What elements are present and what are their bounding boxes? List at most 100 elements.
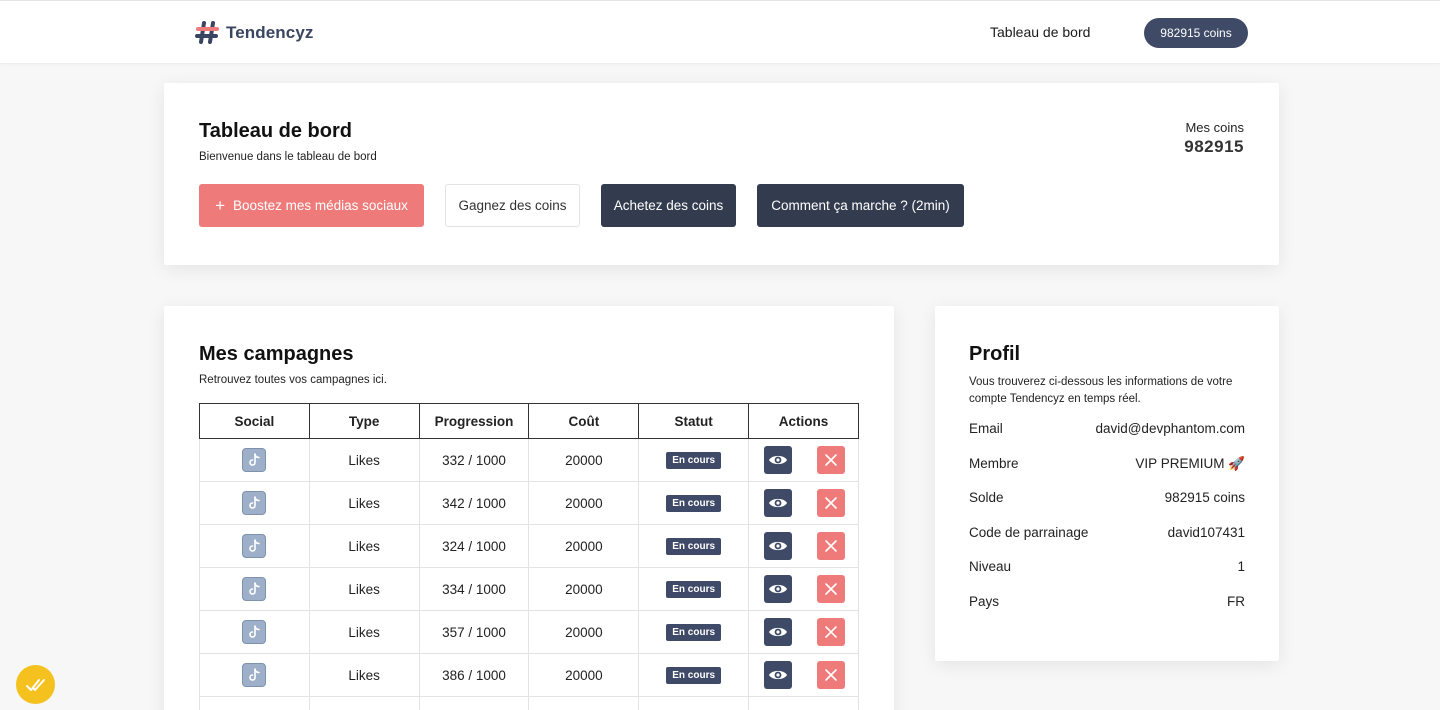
- table-row: Likes 357 / 1000 20000 En cours: [199, 610, 859, 654]
- profile-description: Vous trouverez ci-dessous les informatio…: [969, 376, 1233, 405]
- delete-campaign-button[interactable]: [817, 532, 845, 560]
- tiktok-icon: [242, 448, 267, 472]
- tiktok-icon: [242, 663, 267, 687]
- profile-row: Membre VIP PREMIUM 🚀: [969, 456, 1245, 491]
- coins-balance-pill[interactable]: 982915 coins: [1144, 18, 1248, 48]
- progress-cell: 357 / 1000: [418, 610, 530, 654]
- profile-field-label: Pays: [969, 593, 1000, 609]
- cost-cell: 20000: [528, 567, 640, 611]
- profile-field-label: Solde: [969, 490, 1004, 505]
- dashboard-subtitle: Bienvenue dans le tableau de bord: [199, 151, 377, 163]
- campaigns-subtitle: Retrouvez toutes vos campagnes ici.: [199, 374, 387, 386]
- type-cell: Likes: [308, 481, 420, 525]
- type-cell: [308, 696, 420, 710]
- column-header-cost: Coût: [528, 403, 640, 439]
- eye-icon: [769, 455, 788, 465]
- campaigns-card: Mes campagnes Retrouvez toutes vos campa…: [164, 306, 894, 710]
- cost-cell: 20000: [528, 524, 640, 568]
- profile-field-value: 982915 coins: [1164, 490, 1245, 505]
- social-cell: [199, 567, 310, 611]
- status-cell: En cours: [638, 610, 750, 654]
- social-cell: [199, 653, 310, 697]
- boost-social-button[interactable]: + Boostez mes médias sociaux: [199, 184, 424, 227]
- close-icon: [825, 669, 837, 681]
- eye-icon: [769, 670, 788, 680]
- type-cell: Likes: [308, 653, 420, 697]
- view-campaign-button[interactable]: [764, 661, 793, 689]
- campaigns-table: Social Type Progression Coût Statut Acti…: [199, 403, 859, 710]
- profile-row: Niveau 1: [969, 559, 1245, 594]
- column-header-type: Type: [308, 403, 420, 439]
- table-row: Likes 324 / 1000 20000 En cours: [199, 524, 859, 568]
- profile-field-value: 1: [1237, 559, 1245, 574]
- cost-cell: 20000: [528, 610, 640, 654]
- delete-campaign-button[interactable]: [817, 489, 845, 517]
- cost-cell: 20000: [528, 653, 640, 697]
- table-row: Likes 332 / 1000 20000 En cours: [199, 438, 859, 482]
- type-cell: Likes: [308, 610, 420, 654]
- column-header-social: Social: [199, 403, 310, 439]
- profile-field-value: david@devphantom.com: [1095, 421, 1245, 436]
- view-campaign-button[interactable]: [764, 446, 793, 474]
- view-campaign-button[interactable]: [764, 532, 793, 560]
- eye-icon: [769, 627, 788, 637]
- eye-icon: [769, 498, 788, 508]
- my-coins-block: Mes coins 982915: [1184, 120, 1244, 157]
- social-cell: [199, 524, 310, 568]
- profile-card: Profil Vous trouverez ci-dessous les inf…: [935, 306, 1279, 661]
- delete-campaign-button[interactable]: [817, 575, 845, 603]
- view-campaign-button[interactable]: [764, 618, 793, 646]
- actions-cell: [748, 481, 859, 525]
- profile-field-label: Membre: [969, 455, 1019, 471]
- delete-campaign-button[interactable]: [817, 618, 845, 646]
- delete-campaign-button[interactable]: [817, 446, 845, 474]
- table-row: Likes 334 / 1000 20000 En cours: [199, 567, 859, 611]
- earn-coins-button[interactable]: Gagnez des coins: [445, 184, 580, 227]
- status-cell: En cours: [638, 524, 750, 568]
- status-badge: En cours: [666, 581, 722, 598]
- nav-link-dashboard[interactable]: Tableau de bord: [990, 24, 1090, 40]
- plus-icon: +: [215, 195, 226, 215]
- close-icon: [825, 626, 837, 638]
- brand-logo[interactable]: Tendencyz: [195, 20, 314, 45]
- profile-row: Solde 982915 coins: [969, 490, 1245, 525]
- column-header-status: Statut: [638, 403, 750, 439]
- eye-icon: [769, 541, 788, 551]
- type-cell: Likes: [308, 524, 420, 568]
- table-row: Likes 342 / 1000 20000 En cours: [199, 481, 859, 525]
- how-it-works-button[interactable]: Comment ça marche ? (2min): [757, 184, 964, 227]
- close-icon: [825, 497, 837, 509]
- my-coins-label: Mes coins: [1185, 120, 1244, 135]
- brand-name: Tendencyz: [226, 22, 314, 42]
- profile-row: Pays FR: [969, 594, 1245, 629]
- column-header-actions: Actions: [748, 403, 859, 439]
- status-cell: En cours: [638, 481, 750, 525]
- status-badge: En cours: [666, 452, 722, 469]
- campaigns-heading-block: Mes campagnes Retrouvez toutes vos campa…: [199, 343, 387, 386]
- actions-cell: [748, 610, 859, 654]
- profile-field-label: Email: [969, 421, 1003, 436]
- tiktok-icon: [242, 491, 267, 515]
- actions-cell: [748, 524, 859, 568]
- status-badge: En cours: [666, 667, 722, 684]
- actions-cell: [748, 653, 859, 697]
- view-campaign-button[interactable]: [764, 575, 793, 603]
- buy-coins-button[interactable]: Achetez des coins: [601, 184, 736, 227]
- cost-cell: 20000: [528, 438, 640, 482]
- actions-cell: [748, 696, 859, 710]
- tiktok-icon: [242, 620, 267, 644]
- social-cell: [199, 696, 310, 710]
- floating-checklist-button[interactable]: [16, 665, 55, 704]
- double-check-icon: [25, 678, 45, 691]
- view-campaign-button[interactable]: [764, 489, 793, 517]
- tiktok-icon: [242, 534, 267, 558]
- status-cell: [638, 696, 750, 710]
- boost-social-label: Boostez mes médias sociaux: [233, 198, 408, 213]
- status-cell: En cours: [638, 438, 750, 482]
- my-coins-value: 982915: [1184, 137, 1244, 156]
- status-cell: En cours: [638, 567, 750, 611]
- campaigns-table-body: Likes 332 / 1000 20000 En cours Likes 342 / 1…: [199, 438, 859, 710]
- delete-campaign-button[interactable]: [817, 661, 845, 689]
- profile-field-value: VIP PREMIUM 🚀: [1135, 455, 1245, 471]
- cost-cell: 20000: [528, 481, 640, 525]
